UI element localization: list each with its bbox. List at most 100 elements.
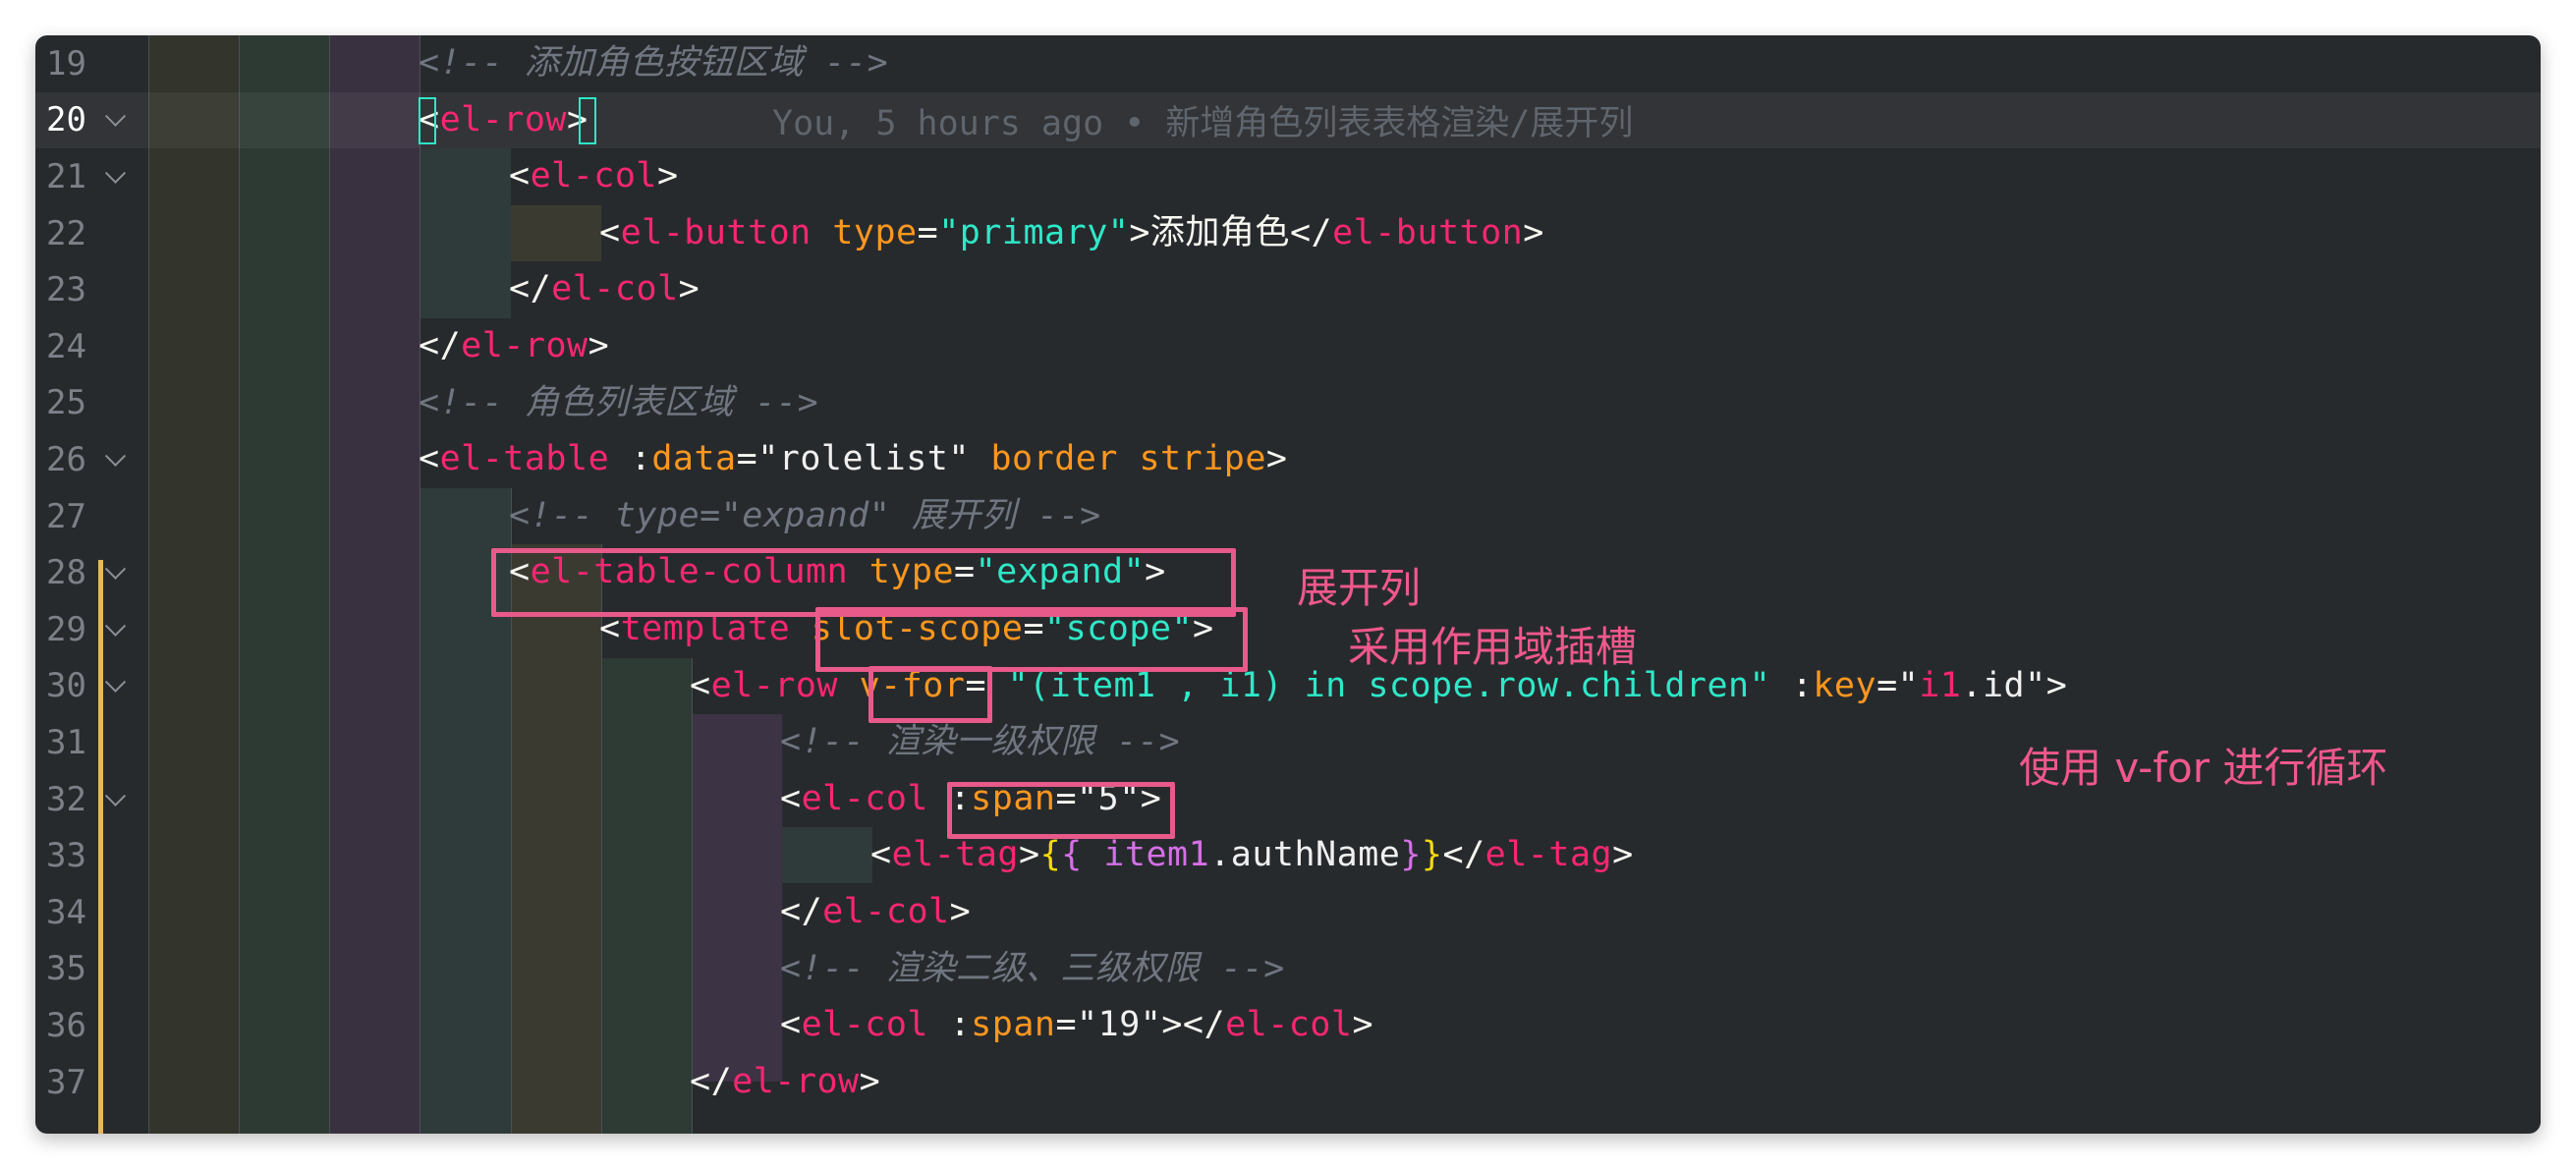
line-number: 29 (46, 609, 86, 649)
code-line-37[interactable]: 37 </el-row> (35, 1054, 2541, 1111)
end-tag-open: </ (419, 326, 462, 365)
line-number: 35 (46, 949, 86, 989)
bracket-match-open (419, 96, 436, 144)
annotation-v-for-loop: 使用 v-for 进行循环 (2019, 744, 2388, 792)
binding-colon: : (1770, 665, 1814, 705)
line-number: 37 (46, 1062, 86, 1102)
code-line-25[interactable]: 25 <!-- 角色列表区域 --> (35, 375, 2541, 432)
attr-value: "primary" (938, 212, 1130, 252)
code-line-36[interactable]: 36 <el-col :span="19"></el-col> (35, 997, 2541, 1054)
attr-name: type (832, 212, 918, 252)
line-number: 24 (46, 326, 86, 366)
line-number: 32 (46, 779, 86, 819)
tag-name: el-col (530, 156, 658, 196)
end-tag-open: </ (690, 1061, 733, 1101)
line-number: 21 (46, 156, 86, 196)
equals: = (1055, 1005, 1078, 1045)
code-line-33[interactable]: 33 <el-tag>{{ item1.authName}}</el-tag> (35, 827, 2541, 884)
code-line-34[interactable]: 34 </el-col> (35, 884, 2541, 941)
line-number: 19 (46, 43, 86, 84)
equals: = (736, 439, 758, 479)
attr-name: span (971, 1005, 1056, 1045)
code-line-23[interactable]: 23 </el-col> (35, 261, 2541, 318)
end-tag-name: el-tag (1484, 835, 1613, 875)
tag-close: > (588, 326, 610, 365)
binding-colon: : (609, 439, 652, 479)
code-line-35[interactable]: 35 <!-- 渲染二级、三级权限 --> (35, 941, 2541, 998)
comment: <!-- 添加角色按钮区域 --> (419, 43, 889, 83)
line-number: 25 (46, 383, 86, 423)
code-line-26[interactable]: 26 <el-table :data="rolelist" border str… (35, 431, 2541, 488)
chevron-down-icon[interactable] (104, 615, 127, 637)
comment: <!-- 渲染一级权限 --> (780, 722, 1181, 762)
line-number: 36 (46, 1005, 86, 1045)
git-blame-annotation: You, 5 hours ago • 新增角色列表表格渲染/展开列 (772, 103, 1634, 143)
tag-name: el-table (439, 439, 610, 479)
highlight-v-for (868, 666, 992, 723)
code-line-19[interactable]: 19 <!-- 添加角色按钮区域 --> (35, 35, 2541, 92)
attr-name: key (1813, 665, 1877, 705)
end-tag-close: > (1523, 212, 1544, 252)
chevron-down-icon[interactable] (104, 558, 127, 581)
tag-open: < (419, 439, 440, 479)
bracket-match-close (579, 96, 596, 144)
end-tag-name: el-col (1225, 1005, 1353, 1045)
line-number: 23 (46, 270, 86, 310)
attr-name: data (651, 439, 737, 479)
equals: = (917, 212, 939, 252)
tag-name: el-col (801, 1005, 929, 1045)
code-line-28[interactable]: 28 <el-table-column type="expand"> (35, 544, 2541, 601)
highlight-slot-scope (815, 607, 1248, 672)
expression-member: .authName (1209, 835, 1401, 875)
chevron-down-icon[interactable] (104, 162, 127, 184)
tag-name: el-col (801, 778, 929, 818)
comment: <!-- type="expand" 展开列 --> (509, 495, 1101, 535)
line-number: 26 (46, 439, 86, 479)
tag-name: el-col (551, 269, 679, 309)
expression-object: item1 (1082, 835, 1210, 875)
tag-open: < (780, 1005, 802, 1045)
code-line-30[interactable]: 30 <el-row v-for= "(item1 , i1) in scope… (35, 658, 2541, 715)
code-line-22[interactable]: 22 <el-button type="primary">添加角色</el-bu… (35, 205, 2541, 262)
tag-close: > (1019, 835, 1040, 875)
end-tag-open: </ (509, 269, 552, 309)
tag-name: el-row (461, 326, 588, 365)
chevron-down-icon[interactable] (104, 785, 127, 807)
chevron-down-icon[interactable] (104, 445, 127, 467)
tag-name: el-row (732, 1061, 860, 1101)
annotation-expand-column: 展开列 (1297, 564, 1422, 612)
code-line-27[interactable]: 27 <!-- type="expand" 展开列 --> (35, 488, 2541, 545)
tag-close: > (657, 156, 679, 196)
end-tag-close: > (1352, 1005, 1374, 1045)
quote: " (1897, 665, 1920, 705)
code-line-21[interactable]: 21 <el-col> (35, 148, 2541, 205)
tag-close: > (1129, 212, 1150, 252)
end-tag-open: </ (780, 892, 823, 931)
member-access: .id (1961, 665, 2026, 705)
chevron-down-icon[interactable] (104, 672, 127, 694)
highlight-span (947, 782, 1175, 839)
attr-value: "rolelist" (757, 439, 970, 479)
text-content: 添加角色 (1149, 212, 1290, 252)
line-number: 20 (46, 100, 86, 140)
code-line-24[interactable]: 24 </el-row> (35, 318, 2541, 375)
attr-flags: border stripe (969, 439, 1266, 479)
comment: <!-- 渲染二级、三级权限 --> (780, 948, 1285, 988)
line-number: 34 (46, 892, 86, 932)
tag-open: < (870, 835, 892, 875)
code-editor[interactable]: 19 <!-- 添加角色按钮区域 --> 20 <el-row> You, 5 … (35, 35, 2541, 1134)
annotation-scoped-slot: 采用作用域插槽 (1348, 623, 1638, 671)
code-line-20[interactable]: 20 <el-row> You, 5 hours ago • 新增角色列表表格渲… (35, 91, 2541, 149)
chevron-down-icon[interactable] (104, 106, 127, 128)
equals: = (1876, 665, 1898, 705)
binding-colon: : (928, 1005, 972, 1045)
line-number: 27 (46, 496, 86, 536)
mustache-close: } (1421, 835, 1443, 875)
code-line-29[interactable]: 29 <template slot-scope="scope"> (35, 601, 2541, 658)
line-number: 33 (46, 836, 86, 876)
comment: <!-- 角色列表区域 --> (419, 382, 819, 422)
line-number: 30 (46, 666, 86, 706)
quote: " (2025, 665, 2046, 705)
mustache-close: } (1400, 835, 1422, 875)
tag-name: el-button (620, 212, 812, 252)
